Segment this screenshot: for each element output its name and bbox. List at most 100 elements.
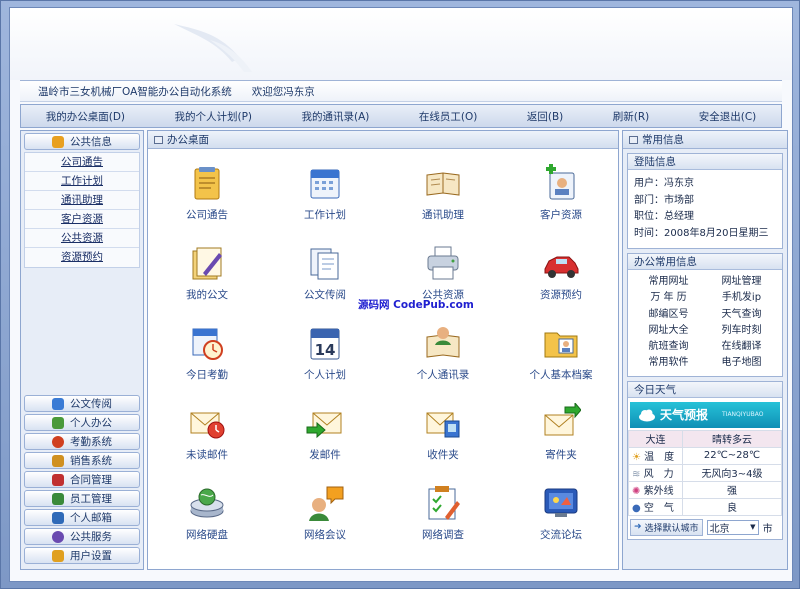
login-dept: 部门：市场部 bbox=[634, 194, 694, 206]
city-suffix: 市 bbox=[762, 523, 773, 535]
clock-icon bbox=[52, 435, 64, 448]
tile-unread-mail[interactable]: 未读邮件 bbox=[148, 393, 266, 473]
desktop-panel: 办公桌面 公司通告 工作计划 通讯助理 客户资源 我的公文 公文传阅 公共资源 … bbox=[147, 130, 619, 570]
category-attendance[interactable]: 考勤系统 bbox=[24, 433, 140, 450]
nav-logout[interactable]: 安全退出(C) bbox=[699, 109, 757, 124]
weather-row: ≋ 风 力 无风向3~4级 bbox=[628, 463, 782, 482]
category-label: 公文传阅 bbox=[70, 398, 112, 410]
link-phone-ip[interactable]: 手机发ip bbox=[705, 290, 778, 306]
city-dropdown[interactable]: 北京 ▼ bbox=[706, 519, 759, 535]
tile-personal-profile[interactable]: 个人基本档案 bbox=[502, 313, 620, 393]
weather-value: 强 bbox=[682, 480, 782, 499]
login-user: 用户：冯东京 bbox=[634, 178, 694, 189]
category-personal-office[interactable]: 个人办公 bbox=[24, 414, 140, 431]
category-staff[interactable]: 员工管理 bbox=[24, 490, 140, 507]
sub-link-customer[interactable]: 客户资源 bbox=[61, 213, 103, 225]
tile-outbox[interactable]: 寄件夹 bbox=[502, 393, 620, 473]
left-sidebar: 公共信息 公司通告 工作计划 通讯助理 客户资源 公共资源 资源预约 公文传阅 … bbox=[20, 130, 144, 570]
category-document[interactable]: 公文传阅 bbox=[24, 395, 140, 412]
weather-key: ☀ 温 度 bbox=[628, 446, 683, 465]
link-calendar[interactable]: 万 年 历 bbox=[632, 290, 705, 306]
document-icon bbox=[52, 397, 64, 410]
tile-work-plan[interactable]: 工作计划 bbox=[266, 153, 384, 233]
category-public-info[interactable]: 公共信息 bbox=[24, 133, 140, 150]
link-site-manage[interactable]: 网址管理 bbox=[705, 274, 778, 290]
window-icon bbox=[629, 135, 638, 144]
category-label: 销售系统 bbox=[70, 455, 112, 467]
tile-address-assistant[interactable]: 通讯助理 bbox=[384, 153, 502, 233]
nav-my-contacts[interactable]: 我的通讯录(A) bbox=[302, 109, 370, 124]
link-map[interactable]: 电子地图 bbox=[705, 355, 778, 371]
tile-label: 未读邮件 bbox=[186, 449, 228, 461]
link-weather[interactable]: 天气查询 bbox=[705, 307, 778, 323]
category-sales[interactable]: 销售系统 bbox=[24, 452, 140, 469]
category-label: 合同管理 bbox=[70, 474, 112, 486]
sub-link-booking[interactable]: 资源预约 bbox=[61, 251, 103, 263]
weather-key-label: 空 气 bbox=[643, 503, 674, 515]
weather-city-row: 大连 晴转多云 bbox=[628, 429, 782, 448]
outbox-icon bbox=[544, 403, 581, 436]
tile-forum[interactable]: 交流论坛 bbox=[502, 473, 620, 553]
nav-back[interactable]: 返回(B) bbox=[527, 109, 563, 124]
tile-label: 个人计划 bbox=[304, 369, 346, 381]
nav-my-plan[interactable]: 我的个人计划(P) bbox=[175, 109, 253, 124]
sub-link-notice[interactable]: 公司通告 bbox=[61, 156, 103, 168]
weather-row: ✺ 紫外线 强 bbox=[628, 480, 782, 499]
link-software[interactable]: 常用软件 bbox=[632, 355, 705, 371]
tile-personal-contacts[interactable]: 个人通讯录 bbox=[384, 313, 502, 393]
tile-company-notice[interactable]: 公司通告 bbox=[148, 153, 266, 233]
sub-item: 公司通告 bbox=[25, 153, 139, 172]
category-label: 个人邮箱 bbox=[70, 512, 112, 524]
login-time: 时间：2008年8月20日星期三 bbox=[634, 227, 769, 239]
header-banner bbox=[10, 8, 792, 80]
category-label: 公共信息 bbox=[70, 136, 112, 148]
unread-mail-icon bbox=[190, 412, 225, 439]
link-flight[interactable]: 航班查询 bbox=[632, 339, 705, 355]
category-label: 员工管理 bbox=[70, 493, 112, 505]
category-public-service[interactable]: 公共服务 bbox=[24, 528, 140, 545]
city-dropdown-value: 北京 bbox=[709, 523, 730, 535]
link-common-sites[interactable]: 常用网址 bbox=[632, 274, 705, 290]
nav-my-desktop[interactable]: 我的办公桌面(D) bbox=[46, 109, 125, 124]
sub-link-assistant[interactable]: 通讯助理 bbox=[61, 194, 103, 206]
sub-link-resources[interactable]: 公共资源 bbox=[61, 232, 103, 244]
tile-network-disk[interactable]: 网络硬盘 bbox=[148, 473, 266, 553]
nav-refresh[interactable]: 刷新(R) bbox=[613, 109, 650, 124]
system-title: 温岭市三女机械厂OA智能办公自动化系统 bbox=[38, 85, 232, 98]
tile-label: 客户资源 bbox=[540, 209, 582, 221]
link-site-directory[interactable]: 网址大全 bbox=[632, 323, 705, 339]
weather-key: ✺ 紫外线 bbox=[628, 480, 683, 499]
sub-item: 资源预约 bbox=[25, 248, 139, 267]
survey-icon bbox=[428, 486, 460, 520]
category-list: 公文传阅 个人办公 考勤系统 销售系统 合同管理 员工管理 个人邮箱 公共服务 … bbox=[21, 393, 143, 566]
tile-today-attendance[interactable]: 今日考勤 bbox=[148, 313, 266, 393]
login-position: 职位：总经理 bbox=[634, 211, 694, 222]
category-user-settings[interactable]: 用户设置 bbox=[24, 547, 140, 564]
tile-customer-resource[interactable]: 客户资源 bbox=[502, 153, 620, 233]
tile-my-document[interactable]: 我的公文 bbox=[148, 233, 266, 313]
link-postcode[interactable]: 邮编区号 bbox=[632, 307, 705, 323]
nav-online-staff[interactable]: 在线员工(O) bbox=[419, 109, 477, 124]
tile-personal-plan[interactable]: 14 个人计划 bbox=[266, 313, 384, 393]
category-contract[interactable]: 合同管理 bbox=[24, 471, 140, 488]
weather-table: 大连 晴转多云 ☀ 温 度 22℃~28℃ ≋ 风 力 无风向3~4级 ✺ 紫外… bbox=[628, 429, 782, 516]
tile-resource-booking[interactable]: 资源预约 bbox=[502, 233, 620, 313]
category-mailbox[interactable]: 个人邮箱 bbox=[24, 509, 140, 526]
tile-send-mail[interactable]: 发邮件 bbox=[266, 393, 384, 473]
category-label: 公共服务 bbox=[70, 531, 112, 543]
sub-item: 公共资源 bbox=[25, 229, 139, 248]
tile-network-meeting[interactable]: 网络会议 bbox=[266, 473, 384, 553]
tile-network-survey[interactable]: 网络调查 bbox=[384, 473, 502, 553]
tile-inbox[interactable]: 收件夹 bbox=[384, 393, 502, 473]
desktop-panel-header: 办公桌面 bbox=[148, 131, 618, 149]
link-train[interactable]: 列车时刻 bbox=[705, 323, 778, 339]
thermometer-icon: ☀ bbox=[632, 452, 641, 464]
login-info-title: 登陆信息 bbox=[628, 154, 782, 170]
link-translate[interactable]: 在线翻译 bbox=[705, 339, 778, 355]
watermark-text: 源码网 CodePub.com bbox=[358, 299, 474, 311]
sub-link-plan[interactable]: 工作计划 bbox=[61, 175, 103, 187]
wind-icon: ≋ bbox=[632, 469, 641, 481]
select-city-button[interactable]: ➜ 选择默认城市 bbox=[630, 518, 703, 536]
address-book-icon bbox=[426, 172, 460, 196]
weather-key-label: 温 度 bbox=[644, 452, 675, 464]
